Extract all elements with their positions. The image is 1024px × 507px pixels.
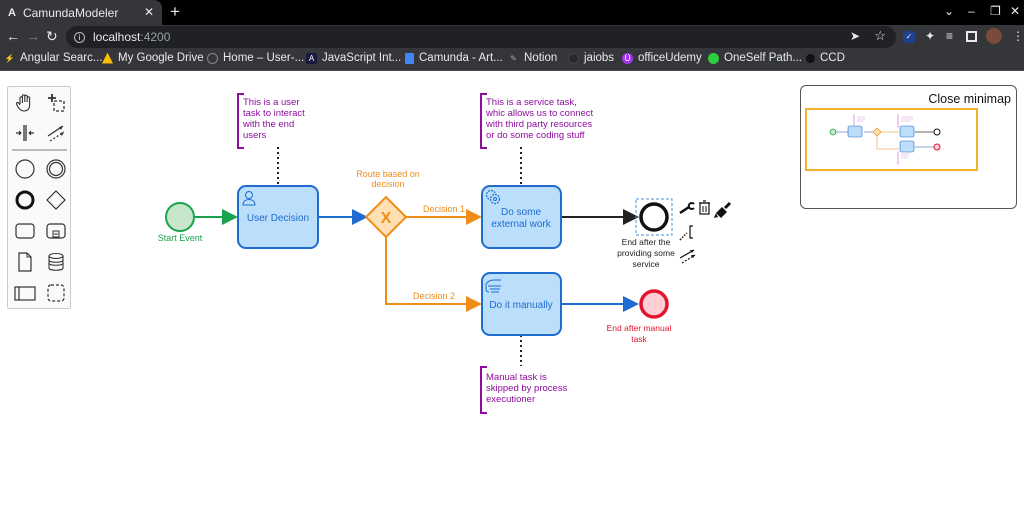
manual-task-label: Do it manually <box>489 300 552 311</box>
annotation-line: This is a user <box>243 97 300 108</box>
user-task[interactable]: User Decision <box>237 185 319 249</box>
bpmn-diagram: This is a user task to interact with the… <box>158 93 732 414</box>
service-task-label-line: external work <box>491 219 551 230</box>
minimap-preview <box>829 114 941 165</box>
annotation-manual-task[interactable]: Manual task is skipped by process execut… <box>480 366 568 414</box>
end-event-service[interactable] <box>635 198 673 236</box>
annotation-line: executioner <box>486 394 535 405</box>
annotation-line: whic allows us to connect <box>485 108 594 119</box>
end-service-label-line: End after the <box>622 237 671 247</box>
end-manual-label-line: End after manual <box>607 323 672 333</box>
gateway-label-line: Route based on <box>356 169 420 179</box>
trash-icon[interactable] <box>699 200 710 215</box>
close-minimap-button[interactable]: Close minimap <box>928 92 1011 106</box>
annotation-line: or do some coding stuff <box>486 130 585 141</box>
annotation-line: with third party resources <box>485 119 592 130</box>
start-event[interactable] <box>165 202 195 232</box>
end-service-label-line: providing some <box>617 248 675 258</box>
wrench-icon[interactable] <box>679 202 695 215</box>
connect-icon[interactable] <box>679 249 696 264</box>
color-brush-icon[interactable] <box>714 201 732 218</box>
annotation-line: skipped by process <box>486 383 568 394</box>
annotation-line: task to interact <box>243 108 305 119</box>
annotation-service-task[interactable]: This is a service task, whic allows us t… <box>480 93 594 149</box>
context-pad <box>679 200 732 264</box>
service-task-label-line: Do some <box>501 207 541 218</box>
user-task-label: User Decision <box>247 213 309 224</box>
flow-label-decision-1: Decision 1 <box>423 204 465 214</box>
end-service-label-line: service <box>633 259 660 269</box>
gateway-x-marker: X <box>381 210 392 227</box>
gateway-label-line: decision <box>371 179 404 189</box>
annotation-line: with the end <box>242 119 294 130</box>
minimap[interactable]: Close minimap <box>800 85 1017 209</box>
service-task[interactable]: Do some external work <box>481 185 562 249</box>
start-event-label: Start Event <box>158 233 203 243</box>
annotation-icon[interactable] <box>679 225 693 241</box>
end-event-manual[interactable] <box>639 289 669 319</box>
minimap-viewport[interactable] <box>805 108 978 171</box>
manual-task[interactable]: Do it manually <box>481 272 562 336</box>
flow-label-decision-2: Decision 2 <box>413 291 455 301</box>
annotation-line: users <box>243 130 266 141</box>
annotation-user-task[interactable]: This is a user task to interact with the… <box>237 93 305 149</box>
annotation-line: Manual task is <box>486 372 547 383</box>
end-manual-label-line: task <box>631 334 647 344</box>
exclusive-gateway[interactable]: X <box>364 195 408 239</box>
annotation-line: This is a service task, <box>486 97 577 108</box>
